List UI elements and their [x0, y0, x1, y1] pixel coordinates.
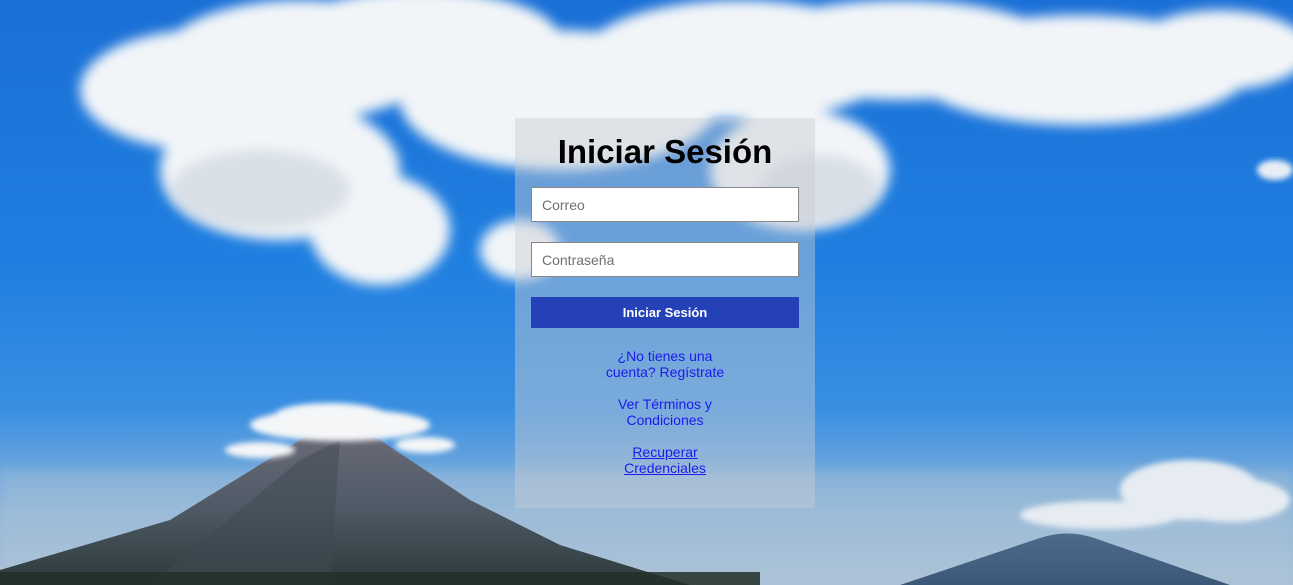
auth-links: ¿No tienes una cuenta? Regístrate Ver Té…: [595, 348, 735, 476]
login-title: Iniciar Sesión: [557, 133, 773, 170]
login-button[interactable]: Iniciar Sesión: [531, 297, 799, 328]
small-cloud: [1257, 160, 1293, 180]
email-field[interactable]: [531, 187, 799, 222]
recover-credentials-link[interactable]: Recuperar Credenciales: [595, 444, 735, 476]
register-link[interactable]: ¿No tienes una cuenta? Regístrate: [595, 348, 735, 380]
terms-link[interactable]: Ver Términos y Condiciones: [595, 396, 735, 428]
login-card: Iniciar Sesión Iniciar Sesión ¿No tienes…: [515, 118, 815, 508]
password-field[interactable]: [531, 242, 799, 277]
